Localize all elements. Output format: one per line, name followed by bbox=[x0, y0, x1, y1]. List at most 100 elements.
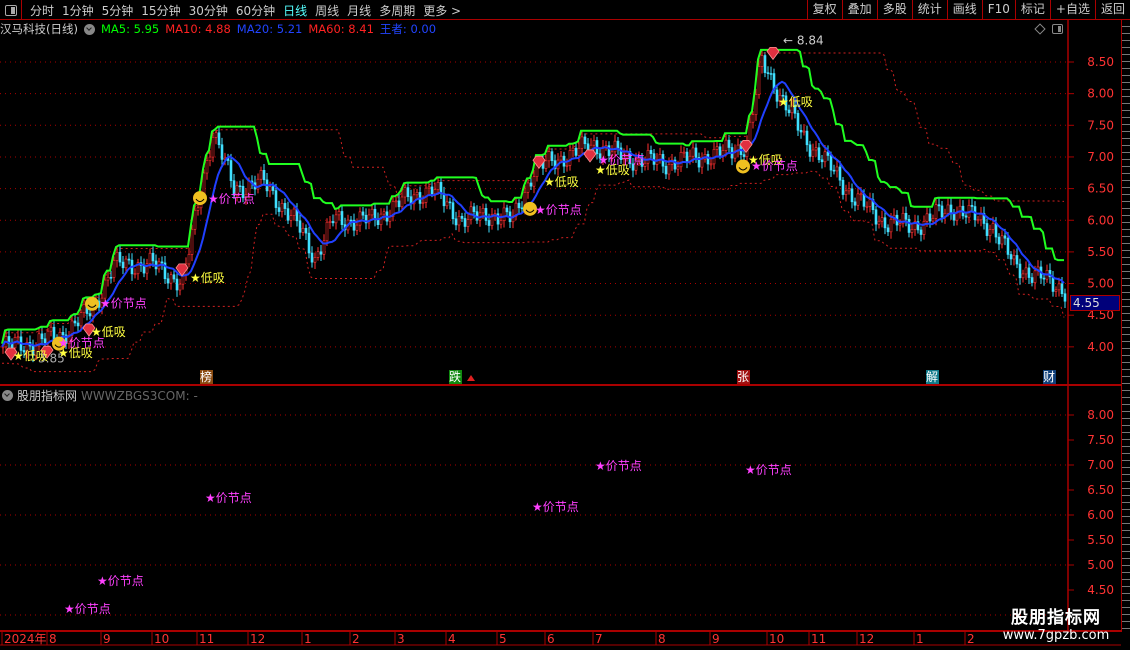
candle-body bbox=[853, 201, 857, 206]
candle-body bbox=[229, 160, 233, 181]
candle-body bbox=[1051, 276, 1055, 292]
candle-body bbox=[613, 140, 617, 153]
candle-body bbox=[991, 223, 995, 230]
candle-body bbox=[799, 129, 803, 133]
candle-body bbox=[103, 279, 107, 299]
candle-body bbox=[748, 121, 752, 143]
toolbar-button-0[interactable]: 复权 bbox=[806, 0, 842, 20]
candle-body bbox=[937, 204, 941, 207]
candle-body bbox=[436, 182, 440, 190]
candle-body bbox=[280, 203, 284, 212]
candle-body bbox=[829, 155, 833, 171]
candle-body bbox=[277, 207, 281, 212]
candle-body bbox=[340, 211, 344, 225]
candle-body bbox=[568, 150, 572, 166]
candle-body bbox=[520, 207, 524, 210]
indicator-tick-label: 7.50 bbox=[1087, 433, 1114, 447]
candle-body bbox=[760, 55, 764, 67]
toolbar-button-6[interactable]: 标记 bbox=[1014, 0, 1050, 20]
kline-chart[interactable]: 8.50 8.00 7.50 7.00 6.50 6.00 5.50 5.00 4.50 4.00… bbox=[0, 0, 1130, 650]
tab-7[interactable]: 周线 bbox=[311, 2, 343, 19]
candle-body bbox=[1027, 267, 1031, 278]
event-tag: 榜 bbox=[200, 369, 212, 384]
candle-body bbox=[676, 166, 680, 170]
candle-body bbox=[298, 220, 302, 233]
indicator-price-node: ★价节点 bbox=[97, 574, 144, 588]
candle-body bbox=[82, 304, 86, 313]
candle-body bbox=[994, 223, 998, 238]
toolbar-button-5[interactable]: F10 bbox=[981, 0, 1015, 20]
ma10-value: MA10: 4.88 bbox=[165, 22, 231, 36]
toolbar-button-1[interactable]: 叠加 bbox=[841, 0, 877, 20]
candle-body bbox=[949, 204, 953, 214]
indicator-price-node: ★价节点 bbox=[64, 602, 111, 616]
price-tick-label: 8.00 bbox=[1087, 87, 1114, 101]
price-tick-label: 7.50 bbox=[1087, 118, 1114, 132]
toolbar-button-2[interactable]: 多股 bbox=[876, 0, 912, 20]
candle-body bbox=[121, 261, 125, 269]
candle-body bbox=[559, 155, 563, 161]
candle-body bbox=[685, 151, 689, 162]
toolbar-button-7[interactable]: +自选 bbox=[1049, 0, 1095, 20]
toolbar-button-4[interactable]: 画线 bbox=[946, 0, 982, 20]
candle-body bbox=[721, 150, 725, 156]
tab-9[interactable]: 多周期 bbox=[375, 2, 419, 19]
candle-body bbox=[868, 199, 872, 207]
toolbar-button-3[interactable]: 统计 bbox=[911, 0, 947, 20]
tab-2[interactable]: 5分钟 bbox=[98, 2, 138, 19]
candle-body bbox=[754, 94, 758, 115]
tab-5[interactable]: 60分钟 bbox=[232, 2, 279, 19]
panel-toggle-button[interactable] bbox=[0, 0, 22, 20]
candle-body bbox=[565, 164, 569, 167]
panel-layout-icon[interactable] bbox=[1052, 24, 1063, 34]
candle-body bbox=[1009, 254, 1013, 260]
chevron-down-icon[interactable] bbox=[2, 390, 13, 401]
candle-body bbox=[211, 137, 215, 158]
price-tick-label: 7.00 bbox=[1087, 150, 1114, 164]
candle-body bbox=[427, 186, 431, 189]
candle-body bbox=[823, 151, 827, 163]
time-axis-label: 7 bbox=[595, 632, 603, 646]
toolbar-button-8[interactable]: 返回 bbox=[1094, 0, 1130, 20]
candle-body bbox=[649, 150, 653, 154]
chevron-down-icon[interactable] bbox=[83, 23, 95, 35]
candle-body bbox=[694, 147, 698, 158]
dixi-signal-label: ★低吸 bbox=[544, 175, 579, 189]
tab-8[interactable]: 月线 bbox=[343, 2, 375, 19]
candle-body bbox=[394, 200, 398, 203]
smiley-icon bbox=[85, 296, 99, 311]
watermark-title: 股朋指标网 bbox=[1011, 608, 1101, 628]
tab-6[interactable]: 日线 bbox=[279, 2, 311, 19]
candle-body bbox=[118, 251, 122, 263]
right-side-strip[interactable] bbox=[1121, 20, 1130, 632]
candle-body bbox=[61, 332, 65, 336]
price-tick-label: 5.50 bbox=[1087, 245, 1114, 259]
tab-4[interactable]: 30分钟 bbox=[185, 2, 232, 19]
up-arrow-icon bbox=[467, 375, 475, 381]
candle-body bbox=[445, 201, 449, 207]
candle-body bbox=[160, 261, 164, 264]
price-node-label: ★价节点 bbox=[598, 153, 645, 167]
candle-body bbox=[487, 220, 491, 226]
indicator-title[interactable]: 股朋指标网 bbox=[17, 387, 77, 404]
candle-body bbox=[997, 236, 1001, 245]
tab-0[interactable]: 分时 bbox=[26, 2, 58, 19]
candle-body bbox=[766, 72, 770, 74]
dixi-signal-label: ★低吸 bbox=[778, 95, 813, 109]
candle-body bbox=[358, 211, 362, 226]
candle-body bbox=[196, 207, 200, 211]
watermark: 股朋指标网 www.7gpzb.com bbox=[986, 603, 1126, 643]
tab-1[interactable]: 1分钟 bbox=[58, 2, 98, 19]
tab-3[interactable]: 15分钟 bbox=[137, 2, 184, 19]
candle-body bbox=[133, 273, 137, 276]
candle-body bbox=[454, 218, 458, 226]
candle-body bbox=[646, 150, 650, 164]
time-axis-label: 11 bbox=[199, 632, 214, 646]
watermark-url: www.7gpzb.com bbox=[1002, 628, 1110, 643]
candle-body bbox=[988, 229, 992, 236]
event-tag: 财 bbox=[1043, 370, 1055, 384]
candle-body bbox=[448, 201, 452, 204]
candle-body bbox=[814, 147, 818, 151]
tab-10[interactable]: 更多 > bbox=[419, 2, 465, 19]
diamond-icon[interactable] bbox=[1034, 23, 1046, 35]
